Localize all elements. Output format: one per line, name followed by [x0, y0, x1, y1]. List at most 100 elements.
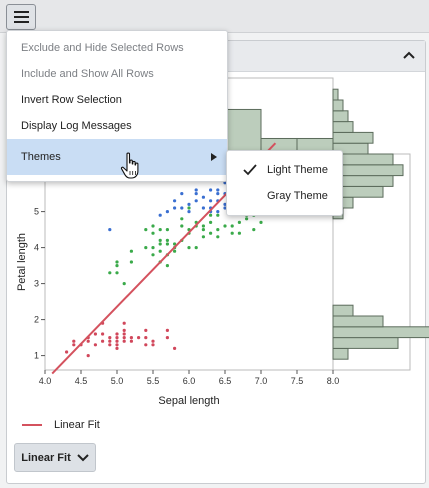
data-point	[72, 343, 76, 347]
right-histogram-bar	[332, 110, 349, 123]
data-point	[216, 235, 220, 239]
data-point	[216, 228, 220, 232]
data-point	[230, 224, 234, 228]
data-point	[187, 210, 191, 214]
data-point	[108, 343, 112, 347]
data-point	[151, 246, 155, 250]
data-point	[180, 224, 184, 228]
x-tick-label: 7.0	[255, 376, 268, 386]
data-point	[122, 328, 126, 332]
linear-fit-dropdown-button[interactable]: Linear Fit	[14, 443, 96, 472]
submenu-item-gray-theme[interactable]: Gray Theme	[227, 183, 342, 209]
x-tick-label: 6.5	[219, 376, 232, 386]
data-point	[165, 336, 169, 340]
data-point	[115, 336, 119, 340]
data-point	[108, 339, 112, 343]
data-point	[237, 220, 241, 224]
data-point	[151, 253, 155, 257]
data-point	[137, 336, 141, 340]
right-histogram-bar	[332, 337, 399, 349]
data-point	[209, 213, 213, 217]
data-point	[115, 346, 119, 350]
data-point	[151, 343, 155, 347]
legend-label: Linear Fit	[54, 419, 100, 431]
data-point	[115, 271, 119, 275]
data-point	[216, 188, 220, 192]
data-point	[129, 336, 133, 340]
data-point	[108, 228, 112, 232]
data-point	[115, 260, 119, 264]
data-point	[245, 217, 249, 221]
data-point	[65, 350, 69, 354]
data-point	[165, 242, 169, 246]
legend: Linear Fit	[22, 418, 100, 432]
gray-theme-label: Gray Theme	[267, 190, 328, 202]
data-point	[108, 336, 112, 340]
data-point	[165, 238, 169, 242]
data-point	[173, 206, 177, 210]
top-histogram-bar	[224, 108, 262, 154]
menu-item-display-log[interactable]: Display Log Messages	[7, 113, 227, 139]
data-point	[151, 224, 155, 228]
menu-item-themes[interactable]: Themes	[7, 139, 227, 175]
data-point	[122, 339, 126, 343]
data-point	[230, 231, 234, 235]
data-point	[86, 354, 90, 358]
data-point	[144, 246, 148, 250]
context-menu: Exclude and Hide Selected Rows Include a…	[6, 30, 228, 182]
data-point	[252, 228, 256, 232]
data-point	[129, 260, 133, 264]
right-histogram-bar	[332, 326, 429, 339]
data-point	[216, 213, 220, 217]
data-point	[201, 224, 205, 228]
data-point	[216, 210, 220, 214]
data-point	[194, 192, 198, 196]
data-point	[122, 336, 126, 340]
data-point	[129, 249, 133, 253]
right-histogram-bar	[332, 121, 354, 133]
data-point	[209, 199, 213, 203]
data-point	[115, 339, 119, 343]
y-tick-label: 1	[34, 351, 39, 361]
x-tick-label: 8.0	[327, 376, 340, 386]
data-point	[165, 328, 169, 332]
data-point	[93, 343, 97, 347]
right-histogram-bar	[332, 304, 354, 317]
data-point	[223, 224, 227, 228]
data-point	[158, 242, 162, 246]
submenu-item-light-theme[interactable]: Light Theme	[227, 157, 342, 183]
y-axis-label: Petal length	[16, 233, 28, 291]
data-point	[158, 228, 162, 232]
data-point	[108, 271, 112, 275]
light-theme-label: Light Theme	[267, 164, 328, 176]
data-point	[173, 346, 177, 350]
right-histogram-bar	[332, 99, 344, 112]
y-tick-label: 4	[34, 243, 39, 253]
data-point	[216, 192, 220, 196]
check-icon	[243, 164, 257, 176]
data-point	[180, 206, 184, 210]
y-tick-label: 3	[34, 279, 39, 289]
menu-item-exclude-hide[interactable]: Exclude and Hide Selected Rows	[7, 35, 227, 61]
chevron-right-icon	[211, 153, 217, 161]
themes-submenu: Light Theme Gray Theme	[226, 150, 343, 216]
data-point	[158, 238, 162, 242]
data-point	[209, 231, 213, 235]
data-point	[115, 343, 119, 347]
data-point	[151, 339, 155, 343]
x-tick-label: 7.5	[291, 376, 304, 386]
data-point	[201, 228, 205, 232]
data-point	[173, 199, 177, 203]
data-point	[122, 332, 126, 336]
data-point	[165, 210, 169, 214]
data-point	[115, 264, 119, 268]
data-point	[237, 231, 241, 235]
menu-item-include-show[interactable]: Include and Show All Rows	[7, 61, 227, 87]
menu-item-invert-selection[interactable]: Invert Row Selection	[7, 87, 227, 113]
menu-item-themes-label: Themes	[21, 151, 61, 163]
x-tick-label: 6.0	[183, 376, 196, 386]
data-point	[72, 339, 76, 343]
right-histogram-bar	[332, 347, 349, 360]
data-point	[165, 264, 169, 268]
data-point	[144, 336, 148, 340]
